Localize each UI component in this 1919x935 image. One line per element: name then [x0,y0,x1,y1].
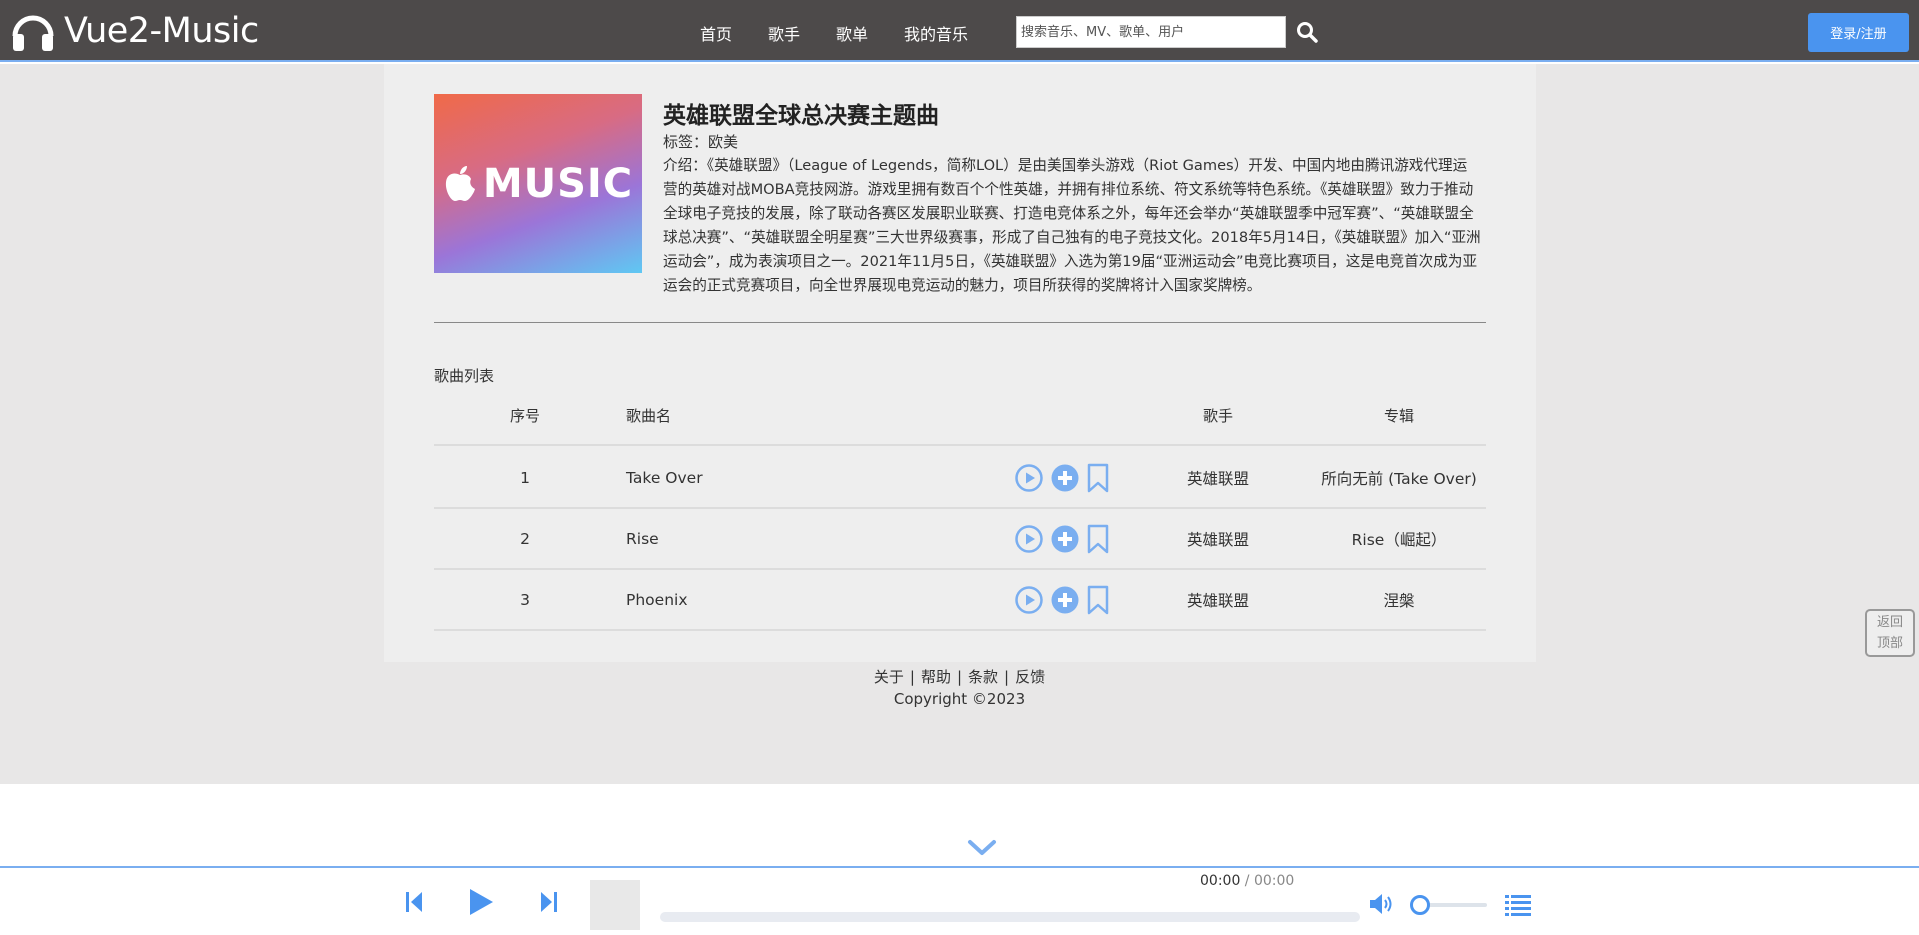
song-artist[interactable]: 英雄联盟 [1154,570,1282,629]
play-icon[interactable] [468,888,494,916]
song-album[interactable]: Rise（崛起） [1314,509,1484,568]
song-actions [1014,570,1110,629]
song-list-title: 歌曲列表 [434,367,495,385]
previous-track-icon[interactable] [405,890,423,914]
music-player-bar: 00:00 / 00:00 [0,866,1919,935]
back-to-top-button[interactable]: 返回 顶部 [1865,609,1915,657]
current-time: 00:00 [1200,873,1241,889]
login-register-button[interactable]: 登录/注册 [1808,13,1909,52]
footer-link-feedback[interactable]: 反馈 [1015,668,1045,686]
song-row[interactable]: 1 Take Over 英雄联盟 所向无前 (Take Over) [434,448,1486,509]
back-to-top-line2: 顶部 [1876,636,1903,651]
footer-link-help[interactable]: 帮助 [921,668,951,686]
track-thumbnail [590,880,640,930]
nav-home[interactable]: 首页 [700,21,732,45]
song-album[interactable]: 涅槃 [1314,570,1484,629]
time-separator: / [1240,873,1254,889]
footer-separator: | [909,668,915,686]
add-circle-icon[interactable] [1050,463,1080,493]
search-input[interactable] [1016,16,1286,48]
top-navbar: Vue2-Music 首页 歌手 歌单 我的音乐 登录/注册 [0,0,1919,62]
bookmark-icon[interactable] [1086,463,1110,493]
bookmark-icon[interactable] [1086,585,1110,615]
divider [434,322,1486,323]
album-title: 英雄联盟全球总决赛主题曲 [663,103,939,129]
album-tag: 标签：欧美 [663,133,739,151]
bookmark-icon[interactable] [1086,524,1110,554]
song-row[interactable]: 2 Rise 英雄联盟 Rise（崛起） [434,509,1486,570]
nav-my-music[interactable]: 我的音乐 [904,21,968,45]
album-description: 介绍：《英雄联盟》（League of Legends，简称LOL）是由美国拳头… [663,157,1481,294]
header-album: 专辑 [1383,406,1414,425]
footer-separator: | [1004,668,1010,686]
play-circle-icon[interactable] [1014,524,1044,554]
volume-icon[interactable] [1368,892,1394,916]
song-table-header: 序号 歌曲名 歌手 专辑 [434,386,1486,446]
nav-singers[interactable]: 歌手 [768,21,800,45]
header-artist: 歌手 [1202,406,1233,425]
header-number: 序号 [509,406,540,425]
back-to-top-line1: 返回 [1876,615,1903,630]
song-name[interactable]: Phoenix [626,570,926,629]
song-number: 3 [520,590,530,609]
footer-separator: | [956,668,963,686]
footer-link-terms[interactable]: 条款 [968,668,998,686]
song-number: 2 [520,529,530,548]
song-row[interactable]: 3 Phoenix 英雄联盟 涅槃 [434,570,1486,631]
song-actions [1014,448,1110,507]
progress-bar[interactable] [660,912,1360,922]
song-number: 1 [520,468,530,487]
time-display: 00:00 / 00:00 [1200,873,1294,889]
volume-knob[interactable] [1409,895,1430,915]
headphones-icon [12,15,54,51]
apple-logo-icon [445,165,475,201]
main-nav: 首页 歌手 歌单 我的音乐 [700,21,968,45]
footer-link-about[interactable]: 关于 [874,668,904,686]
app-logo[interactable]: Vue2-Music [10,8,259,54]
nav-playlists[interactable]: 歌单 [836,21,868,45]
copyright: Copyright ©2023 [893,690,1026,708]
song-artist[interactable]: 英雄联盟 [1154,509,1282,568]
footer-links: 关于 | 帮助 | 条款 | 反馈 [0,666,1919,687]
play-circle-icon[interactable] [1014,585,1044,615]
play-circle-icon[interactable] [1014,463,1044,493]
song-artist[interactable]: 英雄联盟 [1154,448,1282,507]
playlist-icon[interactable] [1505,893,1531,917]
add-circle-icon[interactable] [1050,585,1080,615]
song-name[interactable]: Rise [626,509,926,568]
header-song-name: 歌曲名 [626,406,672,425]
song-actions [1014,509,1110,568]
album-cover: MUSIC [434,94,642,273]
search-icon[interactable] [1295,20,1319,44]
song-album[interactable]: 所向无前 (Take Over) [1314,448,1484,507]
cover-text: MUSIC [482,160,634,207]
add-circle-icon[interactable] [1050,524,1080,554]
chevron-down-icon[interactable] [967,838,997,858]
next-track-icon[interactable] [540,890,558,914]
app-name: Vue2-Music [64,11,259,51]
album-detail-panel: MUSIC 英雄联盟全球总决赛主题曲 标签：欧美 介绍：《英雄联盟》（Leagu… [384,64,1536,662]
song-name[interactable]: Take Over [626,448,926,507]
duration: 00:00 [1253,873,1295,889]
